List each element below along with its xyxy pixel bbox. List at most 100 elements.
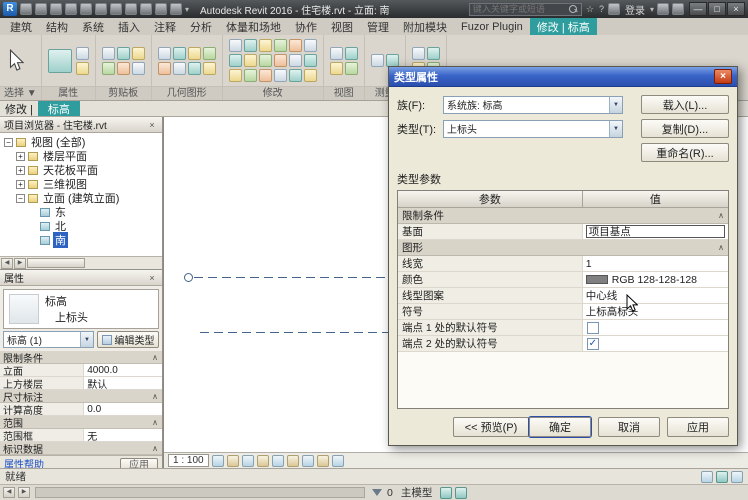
ribbon-tool-icon[interactable] [345, 62, 358, 75]
filter-icon[interactable] [372, 489, 382, 496]
crop-view-icon[interactable] [287, 455, 299, 467]
thin-lines-icon[interactable] [170, 3, 182, 15]
account-icon[interactable] [608, 3, 620, 15]
design-options-icon[interactable] [716, 471, 728, 483]
ribbon-tool-icon[interactable] [117, 47, 130, 60]
property-value[interactable]: 默认 [84, 377, 162, 389]
collapse-chevron-icon[interactable]: ∧ [148, 416, 162, 428]
param-group-row[interactable]: 限制条件∧ [398, 208, 728, 224]
tree-item[interactable]: +三维视图 [0, 177, 162, 191]
ribbon-tool-icon[interactable] [304, 54, 317, 67]
ribbon-tool-icon[interactable] [132, 62, 145, 75]
tag-icon[interactable] [125, 3, 137, 15]
tree-item[interactable]: 南 [0, 233, 162, 247]
ribbon-tool-icon[interactable] [102, 62, 115, 75]
param-row[interactable]: 线宽1 [398, 256, 728, 272]
tab-管理[interactable]: 管理 [360, 18, 396, 35]
visual-style-icon[interactable] [227, 455, 239, 467]
undo-icon[interactable] [65, 3, 77, 15]
tree-item-label[interactable]: 南 [53, 232, 68, 248]
dropdown-icon[interactable]: ▼ [609, 121, 622, 137]
collapse-chevron-icon[interactable]: ∧ [148, 442, 162, 454]
cancel-button[interactable]: 取消 [598, 417, 660, 437]
ribbon-tool-icon[interactable] [304, 39, 317, 52]
param-row[interactable]: 颜色RGB 128-128-128 [398, 272, 728, 288]
param-group-row[interactable]: 图形∧ [398, 240, 728, 256]
expand-icon[interactable]: + [16, 166, 25, 175]
tab-分析[interactable]: 分析 [183, 18, 219, 35]
tab-视图[interactable]: 视图 [324, 18, 360, 35]
crop-region-icon[interactable] [302, 455, 314, 467]
param-value-cell[interactable]: 项目基点 [583, 224, 728, 239]
tab-插入[interactable]: 插入 [111, 18, 147, 35]
ribbon-tool-icon[interactable] [132, 47, 145, 60]
ribbon-tool-icon[interactable] [158, 47, 171, 60]
print-icon[interactable] [95, 3, 107, 15]
signin-caret-icon[interactable]: ▾ [650, 5, 654, 14]
panel-label-properties[interactable]: 属性 [42, 86, 95, 100]
ribbon-tool-icon[interactable] [173, 47, 186, 60]
property-value[interactable]: 无 [84, 429, 162, 441]
param-row[interactable]: 基面项目基点 [398, 224, 728, 240]
maximize-icon[interactable]: □ [708, 2, 726, 16]
properties-icon[interactable] [48, 49, 72, 73]
search-icon[interactable] [569, 5, 578, 14]
ribbon-tool-icon[interactable] [203, 62, 216, 75]
link-monitor-icon[interactable] [731, 471, 743, 483]
ribbon-tool-icon[interactable] [289, 39, 302, 52]
ribbon-tool-icon[interactable] [76, 47, 89, 60]
property-group-row[interactable]: 限制条件∧ [0, 351, 162, 364]
panel-label-select[interactable]: 选择 ▼ [0, 86, 41, 100]
tree-item[interactable]: +楼层平面 [0, 149, 162, 163]
collapse-chevron-icon[interactable]: ∧ [148, 351, 162, 363]
param-value-cell[interactable]: 1 [583, 256, 728, 271]
rename-button[interactable]: 重命名(R)... [641, 143, 729, 162]
expand-icon[interactable]: + [16, 152, 25, 161]
panel-label-modify[interactable]: 修改 [223, 86, 323, 100]
ribbon-tool-icon[interactable] [117, 62, 130, 75]
reveal-hidden-icon[interactable] [332, 455, 344, 467]
revit-logo-icon[interactable]: R [3, 2, 17, 16]
ribbon-tool-icon[interactable] [427, 47, 440, 60]
help-icon[interactable]: ? [598, 4, 605, 14]
star-icon[interactable]: ☆ [585, 4, 595, 15]
ribbon-tool-icon[interactable] [330, 47, 343, 60]
tab-结构[interactable]: 结构 [39, 18, 75, 35]
exchange-apps-icon[interactable] [657, 3, 669, 15]
property-row[interactable]: 计算高度0.0 [0, 403, 162, 416]
type-combo[interactable]: 上标头 ▼ [443, 120, 623, 138]
param-row[interactable]: 线型图案中心线 [398, 288, 728, 304]
property-group-row[interactable]: 范围∧ [0, 416, 162, 429]
shadows-icon[interactable] [257, 455, 269, 467]
tree-item[interactable]: −立面 (建筑立面) [0, 191, 162, 205]
param-value-cell[interactable] [583, 320, 728, 335]
scrollbar-thumb[interactable] [27, 258, 85, 268]
tab-Fuzor Plugin[interactable]: Fuzor Plugin [454, 18, 530, 35]
tab-附加模块[interactable]: 附加模块 [396, 18, 454, 35]
scroll-left-icon[interactable]: ◀ [3, 487, 15, 498]
tab-contextual[interactable]: 修改 | 标高 [530, 18, 597, 35]
property-group-row[interactable]: 标识数据∧ [0, 442, 162, 455]
tab-注释[interactable]: 注释 [147, 18, 183, 35]
exclude-options-icon[interactable] [440, 487, 452, 499]
type-preview[interactable]: 标高 上标头 [3, 289, 159, 329]
preview-button[interactable]: << 预览(P) [453, 417, 529, 437]
project-browser-hscrollbar[interactable]: ◀ ▶ [0, 256, 162, 269]
active-design-option[interactable]: 主模型 [401, 485, 433, 500]
param-row[interactable]: 符号上标高标头 [398, 304, 728, 320]
edit-type-button[interactable]: 编辑类型 [97, 331, 159, 348]
tab-建筑[interactable]: 建筑 [3, 18, 39, 35]
open-icon[interactable] [20, 3, 32, 15]
ribbon-tool-icon[interactable] [304, 69, 317, 82]
panel-label-clipboard[interactable]: 剪贴板 [96, 86, 151, 100]
scroll-right-icon[interactable]: ▶ [18, 487, 30, 498]
dialog-titlebar[interactable]: 类型属性 × [389, 67, 737, 87]
property-row[interactable]: 立面4000.0 [0, 364, 162, 377]
rendering-icon[interactable] [272, 455, 284, 467]
property-group-row[interactable]: 尺寸标注∧ [0, 390, 162, 403]
ribbon-tool-icon[interactable] [203, 47, 216, 60]
ribbon-tool-icon[interactable] [229, 39, 242, 52]
collapse-chevron-icon[interactable]: ∧ [714, 208, 728, 223]
property-value[interactable]: 0.0 [84, 403, 162, 415]
ribbon-tool-icon[interactable] [330, 62, 343, 75]
